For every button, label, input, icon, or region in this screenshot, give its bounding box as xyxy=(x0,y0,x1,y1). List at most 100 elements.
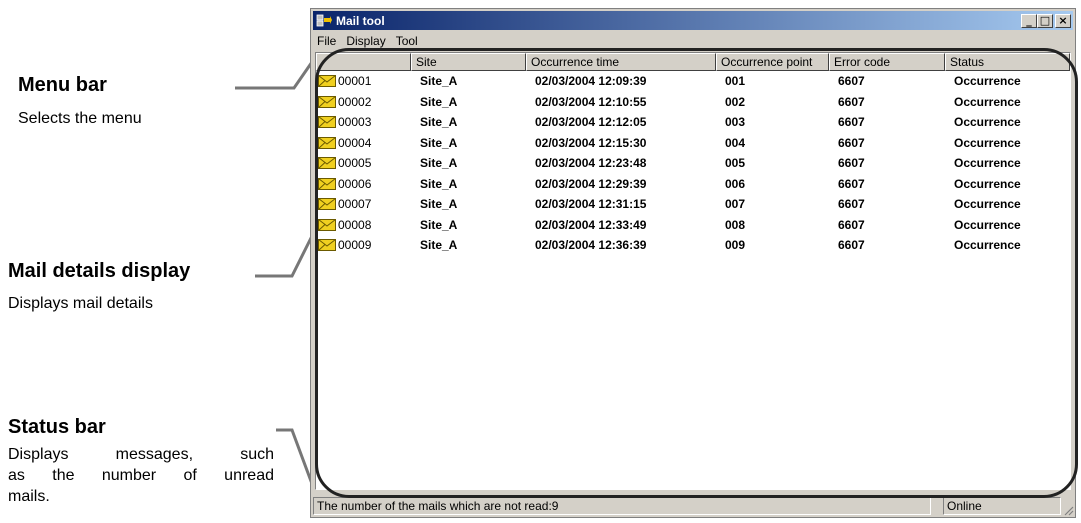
cell-occurrence-time: 02/03/2004 12:10:55 xyxy=(535,94,647,109)
cell-site: Site_A xyxy=(420,115,458,130)
mail-id-text: 00005 xyxy=(338,156,372,171)
table-row[interactable]: 00005 Site_A 02/03/2004 12:23:48 005 6607 Occ… xyxy=(316,153,1070,174)
cell-error-code: 6607 xyxy=(838,238,865,253)
mail-details-leader xyxy=(255,235,314,278)
mail-id-text: 00008 xyxy=(338,217,372,232)
cell-site: Site_A xyxy=(420,176,458,191)
window-title: Mail tool xyxy=(336,13,385,28)
menu-file[interactable]: File xyxy=(313,34,342,48)
cell-occurrence-time: 02/03/2004 12:31:15 xyxy=(535,197,647,212)
status-bar: The number of the mails which are not re… xyxy=(313,497,1073,515)
cell-occurrence-time: 02/03/2004 12:09:39 xyxy=(535,74,647,89)
cell-occurrence-time: 02/03/2004 12:15:30 xyxy=(535,135,647,150)
cell-mail-id: 00005 xyxy=(316,156,411,170)
table-row[interactable]: 00008 Site_A 02/03/2004 12:33:49 008 6607 Occ… xyxy=(316,215,1070,236)
column-header-occurrence-point[interactable]: Occurrence point xyxy=(716,53,829,71)
column-header-status[interactable]: Status xyxy=(945,53,1070,71)
column-header-error-code[interactable]: Error code xyxy=(829,53,945,71)
mail-envelope-icon xyxy=(318,218,336,231)
cell-error-code: 6607 xyxy=(838,217,865,232)
cell-site: Site_A xyxy=(420,135,458,150)
table-row[interactable]: 00001 Site_A 02/03/2004 12:09:39 001 6607 Occ… xyxy=(316,71,1070,92)
cell-site: Site_A xyxy=(420,156,458,171)
mail-envelope-icon xyxy=(318,239,336,252)
cell-mail-id: 00003 xyxy=(316,115,411,129)
mail-id-text: 00001 xyxy=(338,74,372,89)
cell-mail-id: 00008 xyxy=(316,218,411,232)
cell-occurrence-time: 02/03/2004 12:29:39 xyxy=(535,176,647,191)
cell-occurrence-point: 004 xyxy=(725,135,746,150)
mail-details-list[interactable]: Site Occurrence time Occurrence point Er… xyxy=(315,52,1071,490)
menu-bar-leader xyxy=(235,61,314,90)
cell-occurrence-time: 02/03/2004 12:12:05 xyxy=(535,115,647,130)
table-row[interactable]: 00006 Site_A 02/03/2004 12:29:39 006 6607 Occ… xyxy=(316,174,1070,195)
cell-status: Occurrence xyxy=(954,197,1021,212)
cell-occurrence-point: 005 xyxy=(725,156,746,171)
table-row[interactable]: 00007 Site_A 02/03/2004 12:31:15 007 6607 Occ… xyxy=(316,194,1070,215)
mail-id-text: 00002 xyxy=(338,94,372,109)
mail-envelope-icon xyxy=(318,157,336,170)
menu-tool[interactable]: Tool xyxy=(392,34,424,48)
column-header-occurrence-time[interactable]: Occurrence time xyxy=(526,53,716,71)
list-rows: 00001 Site_A 02/03/2004 12:09:39 001 6607 Occ… xyxy=(316,71,1070,256)
minimize-button[interactable]: _ xyxy=(1021,13,1037,28)
status-online: Online xyxy=(943,497,1061,515)
cell-error-code: 6607 xyxy=(838,74,865,89)
cell-status: Occurrence xyxy=(954,115,1021,130)
mail-id-text: 00007 xyxy=(338,197,372,212)
menu-display[interactable]: Display xyxy=(342,34,391,48)
mail-id-text: 00004 xyxy=(338,135,372,150)
table-row[interactable]: 00003 Site_A 02/03/2004 12:12:05 003 6607 Occ… xyxy=(316,112,1070,133)
status-spacer xyxy=(931,497,943,515)
cell-occurrence-point: 003 xyxy=(725,115,746,130)
cell-occurrence-point: 009 xyxy=(725,238,746,253)
cell-status: Occurrence xyxy=(954,156,1021,171)
column-header-site[interactable]: Site xyxy=(411,53,526,71)
mail-id-text: 00006 xyxy=(338,176,372,191)
cell-site: Site_A xyxy=(420,197,458,212)
cell-status: Occurrence xyxy=(954,94,1021,109)
mail-envelope-icon xyxy=(318,116,336,129)
cell-occurrence-time: 02/03/2004 12:36:39 xyxy=(535,238,647,253)
title-bar[interactable]: Mail tool _ □ × xyxy=(313,11,1073,30)
cell-error-code: 6607 xyxy=(838,135,865,150)
mail-envelope-icon xyxy=(318,198,336,211)
cell-error-code: 6607 xyxy=(838,94,865,109)
cell-error-code: 6607 xyxy=(838,176,865,191)
cell-status: Occurrence xyxy=(954,217,1021,232)
cell-error-code: 6607 xyxy=(838,197,865,212)
cell-status: Occurrence xyxy=(954,135,1021,150)
cell-mail-id: 00004 xyxy=(316,136,411,150)
cell-occurrence-point: 002 xyxy=(725,94,746,109)
table-row[interactable]: 00002 Site_A 02/03/2004 12:10:55 002 6607 Occ… xyxy=(316,92,1070,113)
cell-site: Site_A xyxy=(420,238,458,253)
cell-occurrence-point: 006 xyxy=(725,176,746,191)
menu-bar: File Display Tool xyxy=(313,32,1073,50)
cell-occurrence-point: 008 xyxy=(725,217,746,232)
cell-mail-id: 00009 xyxy=(316,238,411,252)
mail-envelope-icon xyxy=(318,177,336,190)
maximize-button[interactable]: □ xyxy=(1037,13,1053,28)
table-row[interactable]: 00004 Site_A 02/03/2004 12:15:30 004 6607 Occ… xyxy=(316,133,1070,154)
mail-envelope-icon xyxy=(318,95,336,108)
cell-status: Occurrence xyxy=(954,74,1021,89)
cell-site: Site_A xyxy=(420,74,458,89)
cell-status: Occurrence xyxy=(954,176,1021,191)
status-message: The number of the mails which are not re… xyxy=(313,497,931,515)
mail-tool-window: Mail tool _ □ × File Display Tool Site O… xyxy=(310,8,1076,518)
resize-grip-icon[interactable] xyxy=(1062,504,1074,516)
table-row[interactable]: 00009 Site_A 02/03/2004 12:36:39 009 6607 Occ… xyxy=(316,235,1070,256)
cell-error-code: 6607 xyxy=(838,156,865,171)
mail-id-text: 00009 xyxy=(338,238,372,253)
close-button[interactable]: × xyxy=(1055,13,1071,28)
cell-occurrence-point: 001 xyxy=(725,74,746,89)
column-header-id[interactable] xyxy=(316,53,411,71)
cell-occurrence-point: 007 xyxy=(725,197,746,212)
mail-id-text: 00003 xyxy=(338,115,372,130)
cell-mail-id: 00007 xyxy=(316,197,411,211)
cell-site: Site_A xyxy=(420,94,458,109)
list-header: Site Occurrence time Occurrence point Er… xyxy=(316,53,1070,71)
cell-occurrence-time: 02/03/2004 12:23:48 xyxy=(535,156,647,171)
mail-tool-app-icon xyxy=(316,14,332,26)
cell-status: Occurrence xyxy=(954,238,1021,253)
